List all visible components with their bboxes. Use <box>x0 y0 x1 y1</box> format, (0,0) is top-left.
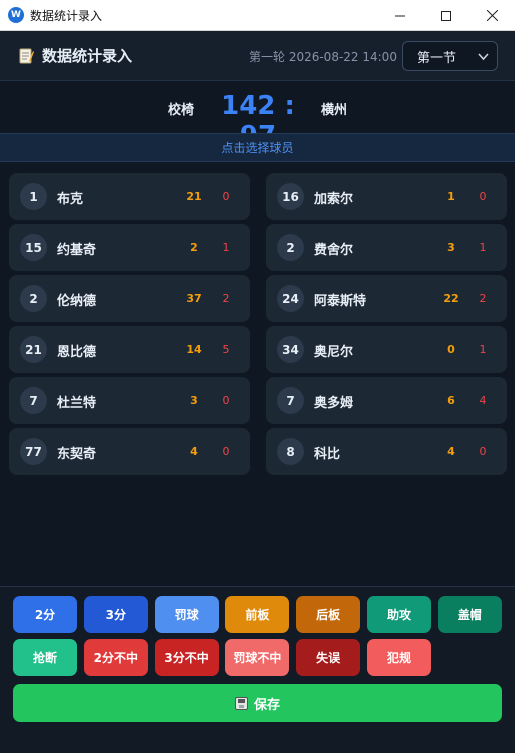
action-button[interactable]: 前板 <box>225 596 290 633</box>
action-button[interactable]: 3分 <box>83 596 148 633</box>
action-button[interactable]: 罚球 <box>154 596 219 633</box>
player-card[interactable]: 8 科比 4 0 <box>266 428 507 475</box>
close-button[interactable] <box>469 0 515 31</box>
player-number: 8 <box>277 438 304 465</box>
maximize-icon <box>441 10 451 21</box>
player-fouls: 5 <box>222 343 230 356</box>
memo-icon <box>19 48 34 64</box>
player-fouls: 2 <box>479 292 487 305</box>
player-points: 0 <box>447 343 455 356</box>
player-name: 费舍尔 <box>314 243 354 258</box>
player-fouls: 0 <box>222 445 230 458</box>
action-button[interactable]: 3分不中 <box>154 639 219 676</box>
player-number: 1 <box>20 183 47 210</box>
player-fouls: 0 <box>222 190 230 203</box>
action-button[interactable]: 失误 <box>296 639 361 676</box>
player-name: 杜兰特 <box>57 396 97 411</box>
player-fouls: 1 <box>479 241 487 254</box>
minimize-icon <box>395 15 405 16</box>
player-points: 21 <box>186 190 202 203</box>
player-card[interactable]: 2 费舍尔 3 1 <box>266 224 507 271</box>
action-button[interactable]: 2分不中 <box>83 639 148 676</box>
player-name: 布克 <box>57 192 84 207</box>
player-card[interactable]: 34 奥尼尔 0 1 <box>266 326 507 373</box>
floppy-disk-icon <box>234 696 248 710</box>
scoreboard: 校椅 142 : 97 横州 <box>0 82 515 151</box>
save-button[interactable]: 保存 <box>13 684 502 722</box>
minimize-button[interactable] <box>377 0 423 31</box>
player-card[interactable]: 24 阿泰斯特 22 2 <box>266 275 507 322</box>
action-button[interactable]: 后板 <box>296 596 361 633</box>
player-points: 2 <box>190 241 198 254</box>
player-fouls: 1 <box>479 343 487 356</box>
player-card[interactable]: 77 东契奇 4 0 <box>9 428 250 475</box>
player-card[interactable]: 21 恩比德 14 5 <box>9 326 250 373</box>
player-card[interactable]: 2 伦纳德 37 2 <box>9 275 250 322</box>
action-button[interactable]: 罚球不中 <box>225 639 290 676</box>
player-fouls: 2 <box>222 292 230 305</box>
player-number: 16 <box>277 183 304 210</box>
player-name: 科比 <box>314 447 341 462</box>
player-name: 奥尼尔 <box>314 345 354 360</box>
player-number: 34 <box>277 336 304 363</box>
action-button[interactable]: 抢断 <box>13 639 77 676</box>
player-points: 6 <box>447 394 455 407</box>
player-card[interactable]: 7 奥多姆 6 4 <box>266 377 507 424</box>
action-button[interactable]: 助攻 <box>367 596 431 633</box>
action-panel: 保存 2分 3分 罚球 前板 后板 助攻 盖帽抢断 2分不中 3分不中 罚球不中 失误 犯规 <box>0 586 515 753</box>
maximize-button[interactable] <box>423 0 469 31</box>
app-header: 数据统计录入 第一轮 2026-08-22 14:00 第一节 <box>0 31 515 81</box>
player-name: 东契奇 <box>57 447 97 462</box>
player-points: 3 <box>447 241 455 254</box>
page-title: 数据统计录入 <box>42 47 133 65</box>
player-card[interactable]: 1 布克 21 0 <box>9 173 250 220</box>
player-name: 恩比德 <box>57 345 97 360</box>
player-points: 22 <box>443 292 459 305</box>
player-fouls: 1 <box>222 241 230 254</box>
player-number: 24 <box>277 285 304 312</box>
player-card[interactable]: 15 约基奇 2 1 <box>9 224 250 271</box>
player-number: 2 <box>20 285 47 312</box>
player-fouls: 0 <box>479 190 487 203</box>
player-fouls: 4 <box>479 394 487 407</box>
player-points: 4 <box>447 445 455 458</box>
player-name: 伦纳德 <box>57 294 97 309</box>
player-number: 7 <box>20 387 47 414</box>
player-points: 1 <box>447 190 455 203</box>
home-team-name: 校椅 <box>168 103 195 118</box>
action-button[interactable]: 2分 <box>13 596 77 633</box>
player-number: 7 <box>277 387 304 414</box>
action-button[interactable]: 犯规 <box>367 639 431 676</box>
player-points: 14 <box>186 343 202 356</box>
window-titlebar: W 数据统计录入 <box>0 0 515 31</box>
quarter-select[interactable]: 第一节 <box>402 41 498 71</box>
away-team-name: 横州 <box>321 103 348 118</box>
chevron-down-icon <box>478 53 489 61</box>
player-name: 奥多姆 <box>314 396 354 411</box>
player-number: 77 <box>20 438 47 465</box>
quarter-select-value: 第一节 <box>417 50 457 66</box>
player-fouls: 0 <box>479 445 487 458</box>
close-icon <box>486 10 498 21</box>
player-number: 2 <box>277 234 304 261</box>
round-datetime: 第一轮 2026-08-22 14:00 <box>249 50 397 64</box>
player-name: 阿泰斯特 <box>314 294 367 309</box>
select-player-hint: 点击选择球员 <box>0 133 515 162</box>
player-points: 3 <box>190 394 198 407</box>
player-points: 4 <box>190 445 198 458</box>
player-grid: 1 布克 21 0 15 约基奇 2 1 2 伦纳德 37 2 21 恩比德 14 5 7 杜兰特 3 0 77 东契奇 4… <box>0 162 515 586</box>
player-card[interactable]: 7 杜兰特 3 0 <box>9 377 250 424</box>
player-points: 37 <box>186 292 202 305</box>
player-number: 15 <box>20 234 47 261</box>
action-button[interactable]: 盖帽 <box>437 596 502 633</box>
player-card[interactable]: 16 加索尔 1 0 <box>266 173 507 220</box>
player-name: 加索尔 <box>314 192 354 207</box>
player-fouls: 0 <box>222 394 230 407</box>
player-number: 21 <box>20 336 47 363</box>
player-name: 约基奇 <box>57 243 97 258</box>
window-controls <box>377 0 515 31</box>
app-logo-icon: W <box>8 7 24 23</box>
window-title: 数据统计录入 <box>30 8 103 23</box>
save-button-label: 保存 <box>253 697 280 713</box>
